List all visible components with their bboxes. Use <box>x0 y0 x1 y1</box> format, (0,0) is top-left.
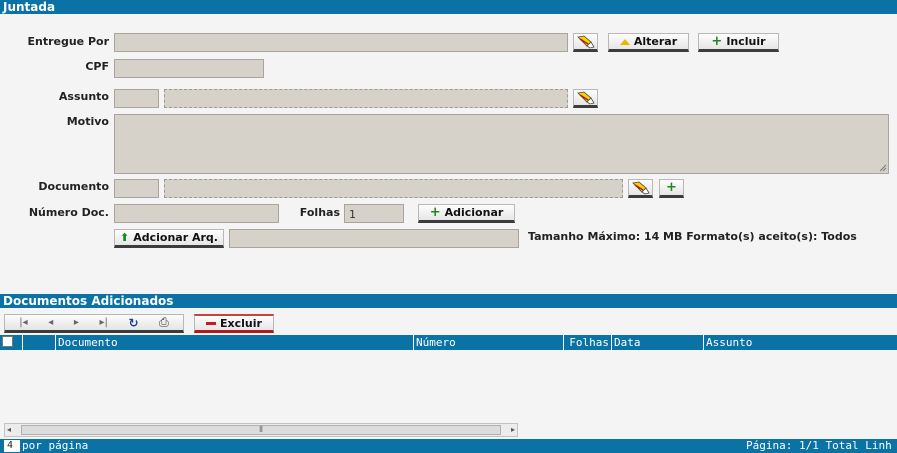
triangle-up-icon <box>619 38 630 45</box>
arquivo-field[interactable] <box>229 229 519 248</box>
horizontal-scrollbar[interactable]: ◂ ⦀ ▸ <box>4 423 518 437</box>
excluir-button[interactable]: Excluir <box>194 314 274 333</box>
numero-doc-field[interactable] <box>114 204 279 223</box>
entregue-por-search-button[interactable] <box>573 33 598 52</box>
plus-icon: + <box>711 33 723 49</box>
documento-label: Documento <box>38 180 109 193</box>
grid-col-folhas[interactable]: Folhas <box>563 335 611 350</box>
adicionar-arquivo-button[interactable]: ⬆ Adcionar Arq. <box>114 229 224 248</box>
refresh-icon[interactable]: ↻ <box>128 316 138 330</box>
grid-col-assunto[interactable]: Assunto <box>703 335 897 350</box>
upload-info-text: Tamanho Máximo: 14 MB Formato(s) aceito(… <box>528 230 857 243</box>
resize-grip-icon[interactable] <box>879 164 887 172</box>
folhas-label: Folhas <box>299 206 340 219</box>
adicionar-arquivo-label: Adcionar Arq. <box>133 231 218 244</box>
documentos-header: Documentos Adicionados <box>0 294 897 308</box>
adicionar-label: Adicionar <box>444 206 504 219</box>
folhas-field[interactable]: 1 <box>344 204 404 223</box>
grid-col-blank <box>22 335 55 350</box>
entregue-por-field[interactable] <box>114 33 568 52</box>
entregue-por-label: Entregue Por <box>27 35 109 48</box>
scroll-left-icon[interactable]: ◂ <box>7 424 11 436</box>
next-page-icon[interactable]: ▸ <box>74 317 79 328</box>
documento-code-field[interactable] <box>114 179 159 198</box>
alterar-button[interactable]: Alterar <box>608 33 689 52</box>
upload-arrow-icon: ⬆ <box>120 231 130 244</box>
grid-header: Documento Número Folhas Data Assunto <box>0 335 897 350</box>
excluir-label: Excluir <box>220 316 262 330</box>
grid-toolbar: |◂ ◂ ▸ ▸| ↻ ⎙ <box>4 314 184 333</box>
assunto-search-button[interactable] <box>573 89 598 108</box>
minus-icon <box>206 321 217 325</box>
last-page-icon[interactable]: ▸| <box>99 317 107 328</box>
numero-doc-label: Número Doc. <box>28 206 109 219</box>
assunto-label: Assunto <box>58 90 109 103</box>
page-size-label: por página <box>22 439 89 452</box>
first-page-icon[interactable]: |◂ <box>19 317 27 328</box>
grid-col-data[interactable]: Data <box>611 335 703 350</box>
cpf-field[interactable] <box>114 59 264 78</box>
documento-description-field[interactable] <box>164 179 623 198</box>
incluir-button[interactable]: + Incluir <box>698 33 779 52</box>
alterar-label: Alterar <box>633 35 678 48</box>
plus-icon: + <box>429 204 441 220</box>
grid-footer: 4 por página Página: 1/1 Total Linh <box>0 439 897 453</box>
assunto-description-field[interactable] <box>164 89 568 108</box>
print-icon[interactable]: ⎙ <box>159 315 169 330</box>
scroll-right-icon[interactable]: ▸ <box>511 424 515 436</box>
flashlight-icon <box>631 181 650 194</box>
flashlight-icon <box>576 35 595 48</box>
flashlight-icon <box>576 91 595 104</box>
select-all-checkbox[interactable] <box>2 336 13 347</box>
incluir-label: Incluir <box>726 35 766 48</box>
scroll-thumb[interactable]: ⦀ <box>21 425 501 435</box>
adicionar-button[interactable]: + Adicionar <box>418 204 515 223</box>
cpf-label: CPF <box>85 60 109 73</box>
motivo-label: Motivo <box>66 115 109 128</box>
select-all-cell <box>0 335 22 350</box>
plus-icon: + <box>666 179 677 195</box>
page-size-select[interactable]: 4 <box>4 440 20 452</box>
grid-col-documento[interactable]: Documento <box>55 335 413 350</box>
motivo-textarea[interactable] <box>114 114 889 174</box>
previous-page-icon[interactable]: ◂ <box>48 317 53 328</box>
pagination-info: Página: 1/1 Total Linh <box>746 439 892 452</box>
documento-add-button[interactable]: + <box>659 179 684 198</box>
assunto-code-field[interactable] <box>114 89 159 108</box>
documento-search-button[interactable] <box>628 179 653 198</box>
juntada-header: Juntada <box>0 0 897 14</box>
grid-col-numero[interactable]: Número <box>413 335 563 350</box>
